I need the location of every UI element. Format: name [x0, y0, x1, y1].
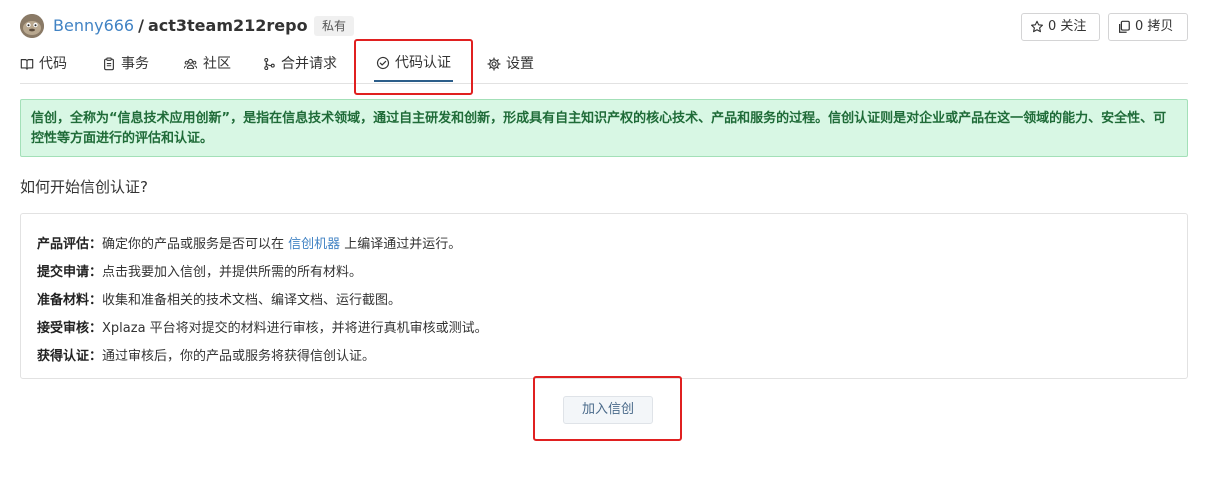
step-item: 提交申请：点击我要加入信创，并提供所需的所有材料。: [37, 259, 1171, 287]
tab-code-label: 代码: [39, 56, 67, 72]
step-label: 获得认证：: [37, 349, 103, 364]
clipboard-icon: [104, 57, 114, 71]
steps-panel: 产品评估：确定你的产品或服务是否可以在 信创机器 上编译通过并运行。 提交申请：…: [20, 213, 1188, 379]
step-item: 获得认证：通过审核后，你的产品或服务将获得信创认证。: [37, 343, 1171, 371]
join-xinchuang-button[interactable]: 加入信创: [563, 396, 653, 424]
step-item: 准备材料：收集和准备相关的技术文档、编译文档、运行截图。: [37, 287, 1171, 315]
copy-icon: [1119, 20, 1130, 33]
step-text: 通过审核后，你的产品或服务将获得信创认证。: [102, 349, 376, 364]
tab-community[interactable]: 社区: [183, 46, 231, 82]
xinchuang-machine-link[interactable]: 信创机器: [288, 237, 340, 252]
tab-settings[interactable]: 设置: [487, 46, 534, 82]
book-icon: [20, 59, 34, 70]
tab-settings-label: 设置: [506, 56, 534, 72]
owner-link[interactable]: Benny666: [53, 16, 134, 35]
step-text: 收集和准备相关的技术文档、编译文档、运行截图。: [102, 293, 402, 308]
git-merge-icon: [264, 57, 275, 71]
private-badge: 私有: [314, 16, 355, 36]
watch-button[interactable]: 0 关注: [1021, 13, 1100, 41]
step-text: 确定你的产品或服务是否可以在: [102, 237, 289, 252]
path-separator: /: [138, 16, 144, 35]
repo-header: Benny666/act3team212repo 私有 0 关注 0 拷贝: [20, 13, 1188, 41]
tab-issues-label: 事务: [121, 56, 149, 72]
step-item: 产品评估：确定你的产品或服务是否可以在 信创机器 上编译通过并运行。: [37, 231, 1171, 259]
watch-label: 0 关注: [1048, 19, 1087, 34]
fork-label: 0 拷贝: [1135, 19, 1174, 34]
people-icon: [183, 58, 198, 69]
step-label: 接受审核：: [37, 321, 103, 336]
tab-code-certification[interactable]: 代码认证: [374, 46, 453, 82]
tab-pulls-label: 合并请求: [281, 56, 337, 72]
section-title: 如何开始信创认证?: [20, 178, 148, 196]
step-label: 提交申请：: [37, 265, 103, 280]
tab-pulls[interactable]: 合并请求: [263, 46, 337, 82]
star-icon: [1031, 20, 1043, 33]
avatar-image: [20, 14, 44, 38]
tab-community-label: 社区: [203, 56, 231, 72]
step-text: Xplaza 平台将对提交的材料进行审核，并将进行真机审核或测试。: [102, 321, 488, 336]
info-banner: 信创，全称为“信息技术应用创新”，是指在信息技术领域，通过自主研发和创新，形成具…: [20, 99, 1188, 157]
step-item: 接受审核：Xplaza 平台将对提交的材料进行审核，并将进行真机审核或测试。: [37, 315, 1171, 343]
step-text: 点击我要加入信创，并提供所需的所有材料。: [102, 265, 363, 280]
repo-tabs: 代码 事务 社区 合并请求 代码认证 设置: [20, 46, 1188, 84]
fork-button[interactable]: 0 拷贝: [1108, 13, 1188, 41]
tab-issues[interactable]: 事务: [102, 46, 149, 82]
repo-title: Benny666/act3team212repo: [53, 15, 308, 37]
step-text: 上编译通过并运行。: [340, 237, 462, 252]
step-label: 准备材料：: [37, 293, 103, 308]
repo-name-link[interactable]: act3team212repo: [148, 16, 308, 35]
tab-cert-label: 代码认证: [395, 55, 451, 71]
avatar[interactable]: [20, 14, 44, 38]
tab-code[interactable]: 代码: [20, 46, 67, 82]
step-label: 产品评估：: [37, 237, 103, 252]
gear-icon: [487, 57, 501, 71]
check-circle-icon: [376, 56, 390, 70]
